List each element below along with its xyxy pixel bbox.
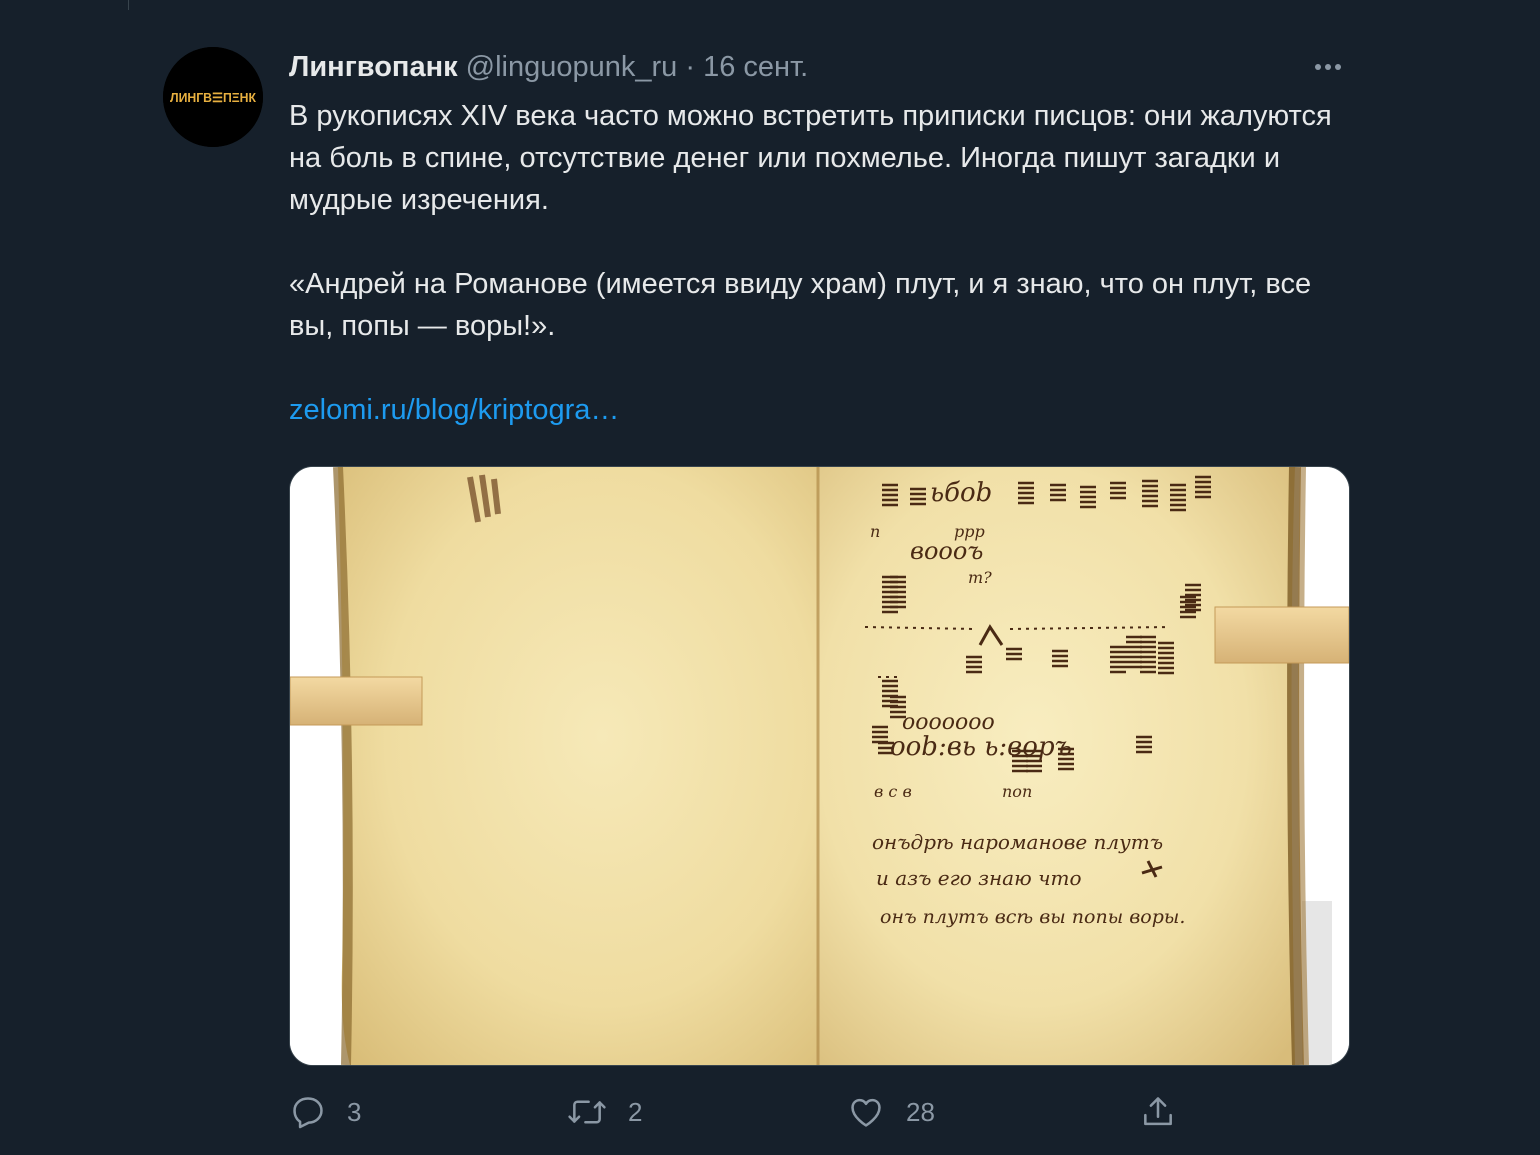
more-dot-icon — [1335, 64, 1341, 70]
like-count: 28 — [906, 1096, 935, 1127]
retweet-count: 2 — [628, 1096, 643, 1127]
avatar-logo-text: ЛИНГВ☰ПΞНК — [170, 90, 256, 105]
cipher-mark-m: т? — [968, 568, 992, 587]
manuscript-line-3: онъ плутъ всѣ вы попы воры. — [880, 906, 1185, 928]
reply-icon — [289, 1093, 327, 1131]
share-icon — [1139, 1093, 1177, 1131]
reply-button[interactable]: 3 — [289, 1086, 361, 1138]
manuscript-photo: ьбоb воооъ п ррр т? ооооооо ооb:вь ь:вор… — [290, 467, 1349, 1065]
avatar[interactable]: ЛИНГВ☰ПΞНК — [163, 47, 263, 147]
more-dot-icon — [1315, 64, 1321, 70]
like-button[interactable]: 28 — [846, 1086, 935, 1138]
author-handle[interactable]: @linguopunk_ru — [466, 51, 678, 83]
tweet-date[interactable]: 16 сент. — [703, 51, 808, 83]
cipher-mark-n: п — [870, 522, 880, 541]
share-button[interactable] — [1139, 1086, 1177, 1138]
tweet-text: В рукописях XIV века часто можно встрети… — [289, 95, 1339, 431]
author-name[interactable]: Лингвопанк — [289, 51, 458, 83]
retweet-button[interactable]: 2 — [566, 1086, 642, 1138]
tweet-paragraph-1: В рукописях XIV века часто можно встрети… — [289, 100, 1332, 216]
tweet-image[interactable]: ьбоb воооъ п ррр т? ооооооо ооb:вь ь:вор… — [289, 466, 1350, 1066]
tweet-paragraph-2: «Андрей на Романове (имеется ввиду храм)… — [289, 268, 1312, 342]
cipher-letters-left: в с в — [874, 782, 912, 801]
manuscript-line-2: и азъ его знаю что — [876, 866, 1082, 890]
cipher-bottom: ооb:вь ь:воръ — [890, 732, 1072, 762]
tweet-link[interactable]: zelomi.ru/blog/kriptogra… — [289, 394, 619, 426]
more-dot-icon — [1325, 64, 1331, 70]
avatar-logo: ЛИНГВ☰ПΞНК — [163, 47, 263, 147]
more-options-button[interactable] — [1307, 52, 1349, 82]
cipher-top: ьбоb — [930, 478, 992, 508]
cipher-letters-right: поп — [1002, 782, 1032, 801]
retweet-icon — [566, 1093, 608, 1131]
separator-dot: · — [685, 51, 696, 83]
reply-count: 3 — [347, 1096, 362, 1127]
tweet[interactable]: ЛИНГВ☰ПΞНК Лингвопанк @linguopunk_ru · 1… — [0, 0, 1540, 1155]
tweet-actions: 3 2 28 — [0, 1086, 1540, 1138]
cipher-row-2: воооъ — [910, 537, 983, 565]
cipher-mark-p: ррр — [954, 522, 985, 541]
heart-icon — [846, 1093, 886, 1131]
tweet-header: Лингвопанк @linguopunk_ru · 16 сент. — [289, 49, 808, 85]
manuscript-line-1: онъдрѣ нароманове плутъ — [872, 830, 1163, 854]
